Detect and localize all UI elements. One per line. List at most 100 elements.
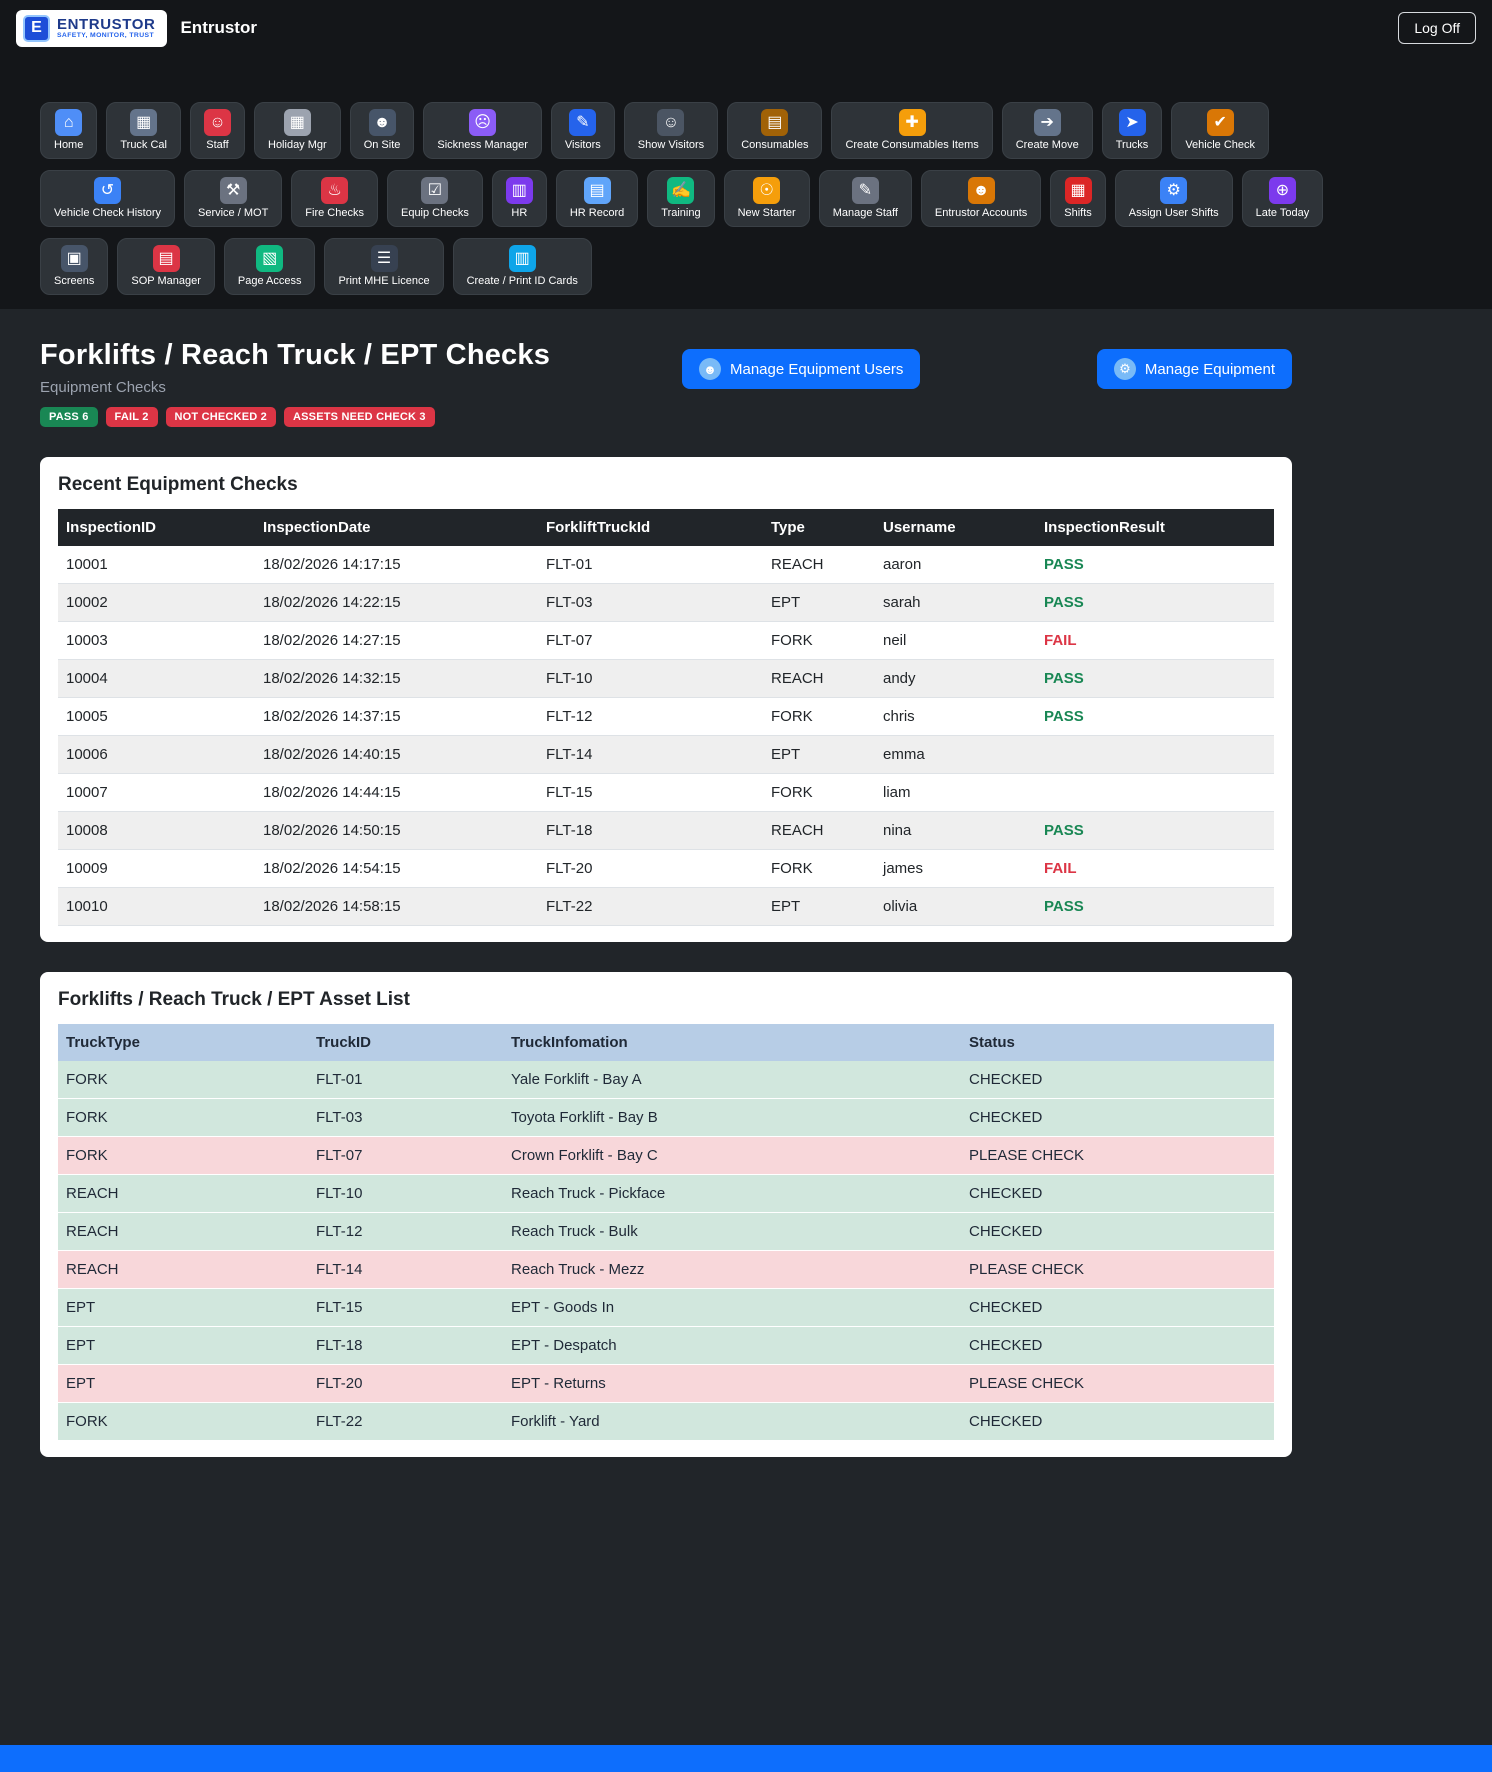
table-cell: 10006 [58, 735, 255, 774]
late-today-icon: ⊕ [1268, 177, 1296, 204]
fire-checks-icon: ♨ [321, 177, 349, 204]
nav-button-label: Vehicle Check History [54, 207, 161, 219]
screens-icon: ▣ [60, 245, 88, 272]
table-cell: PASS [1036, 811, 1274, 850]
manage-equipment-users-label: Manage Equipment Users [730, 360, 904, 378]
status-badge: FAIL 2 [105, 407, 158, 427]
nav-button-hr[interactable]: ▥ HR [491, 170, 547, 227]
nav-button-holiday-mgr[interactable]: ▦ Holiday Mgr [254, 102, 341, 159]
holiday-mgr-icon: ▦ [283, 109, 311, 136]
nav-button-assign-user-shifts[interactable]: ⚙ Assign User Shifts [1114, 170, 1233, 227]
nav-button-create-move[interactable]: ➔ Create Move [1001, 102, 1093, 159]
recent-checks-title: Recent Equipment Checks [58, 474, 298, 495]
nav-button-training[interactable]: ✍ Training [647, 170, 715, 227]
truck-cal-icon: ▦ [130, 109, 158, 136]
nav-button-label: Trucks [1115, 139, 1149, 151]
table-cell: PASS [1036, 546, 1274, 584]
table-cell: Crown Forklift - Bay C [503, 1136, 961, 1175]
table-row: 10001 18/02/2026 14:17:15 FLT-01 REACH aaron… [58, 546, 1274, 584]
table-cell: nina [875, 811, 1036, 850]
trucks-icon: ➤ [1118, 109, 1146, 136]
table-cell: FLT-14 [538, 735, 763, 774]
nav-button-home[interactable]: ⌂ Home [40, 102, 98, 159]
column-header: TruckType [58, 1024, 308, 1061]
nav-button-screens[interactable]: ▣ Screens [40, 238, 109, 295]
nav-button-on-site[interactable]: ☻ On Site [349, 102, 415, 159]
nav-row: ▣ Screens ▤ SOP Manager ▧ Page Access ☰ Print M… [40, 238, 1492, 295]
table-cell: chris [875, 697, 1036, 736]
manage-equipment-users-button[interactable]: ☻ Manage Equipment Users [682, 349, 921, 389]
column-header: ForkliftTruckId [538, 509, 763, 546]
table-row: REACH FLT-14 Reach Truck - Mezz PLEASE CHEC… [58, 1250, 1274, 1289]
nav-button-sop-manager[interactable]: ▤ SOP Manager [117, 238, 215, 295]
nav-button-late-today[interactable]: ⊕ Late Today [1241, 170, 1324, 227]
table-row: 10003 18/02/2026 14:27:15 FLT-07 FORK neil FA… [58, 621, 1274, 660]
nav-button-shifts[interactable]: ▦ Shifts [1050, 170, 1106, 227]
nav-button-sickness-manager[interactable]: ☹ Sickness Manager [423, 102, 542, 159]
table-cell: FORK [58, 1136, 308, 1175]
table-cell: EPT [58, 1288, 308, 1327]
table-row: EPT FLT-15 EPT - Goods In CHECKED [58, 1288, 1274, 1327]
recent-checks-table: InspectionID InspectionDate ForkliftTruckI… [58, 509, 1274, 926]
nav-button-vehicle-check-history[interactable]: ↺ Vehicle Check History [40, 170, 175, 227]
nav-button-truck-cal[interactable]: ▦ Truck Cal [106, 102, 181, 159]
nav-button-label: Consumables [741, 139, 809, 151]
sickness-manager-icon: ☹ [469, 109, 497, 136]
nav-button-label: Create / Print ID Cards [466, 275, 578, 287]
table-cell: EPT [58, 1326, 308, 1365]
table-cell: Reach Truck - Pickface [503, 1174, 961, 1213]
nav-button-label: SOP Manager [131, 275, 201, 287]
table-cell: 10009 [58, 849, 255, 888]
nav-button-show-visitors[interactable]: ☺ Show Visitors [623, 102, 719, 159]
nav-button-manage-staff[interactable]: ✎ Manage Staff [818, 170, 912, 227]
table-cell: CHECKED [961, 1326, 1274, 1365]
table-cell: FLT-15 [308, 1288, 503, 1327]
nav-button-page-access[interactable]: ▧ Page Access [223, 238, 316, 295]
nav-button-label: Screens [54, 275, 95, 287]
nav-button-label: Home [54, 139, 84, 151]
log-off-button[interactable]: Log Off [1398, 12, 1476, 44]
table-cell: FLT-03 [538, 583, 763, 622]
nav-button-label: On Site [363, 139, 401, 151]
nav-button-label: Manage Staff [832, 207, 898, 219]
table-cell: EPT [58, 1364, 308, 1403]
nav-button-trucks[interactable]: ➤ Trucks [1101, 102, 1163, 159]
table-cell: PASS [1036, 659, 1274, 698]
nav-button-entrustor-accounts[interactable]: ☻ Entrustor Accounts [920, 170, 1042, 227]
table-cell: FORK [58, 1061, 308, 1099]
nav-button-consumables[interactable]: ▤ Consumables [727, 102, 823, 159]
column-header: InspectionResult [1036, 509, 1274, 546]
table-row: 10010 18/02/2026 14:58:15 FLT-22 EPT olivia P… [58, 887, 1274, 926]
nav-button-print-mhe-licence[interactable]: ☰ Print MHE Licence [324, 238, 444, 295]
table-cell: Yale Forklift - Bay A [503, 1061, 961, 1099]
nav-button-new-starter[interactable]: ☉ New Starter [723, 170, 810, 227]
nav-button-visitors[interactable]: ✎ Visitors [550, 102, 615, 159]
table-cell: FORK [763, 697, 875, 736]
nav-row: ↺ Vehicle Check History ⚒ Service / MOT ♨ Fir… [40, 170, 1492, 227]
create-print-id-cards-icon: ▥ [508, 245, 536, 272]
nav-button-create-print-id-cards[interactable]: ▥ Create / Print ID Cards [452, 238, 592, 295]
table-cell: FLT-20 [308, 1364, 503, 1403]
nav-button-hr-record[interactable]: ▤ HR Record [555, 170, 639, 227]
consumables-icon: ▤ [761, 109, 789, 136]
nav-button-create-consumables-items[interactable]: ✚ Create Consumables Items [831, 102, 993, 159]
main-content: Forklifts / Reach Truck / EPT Checks Equ… [40, 339, 1292, 1537]
asset-list-card: Forklifts / Reach Truck / EPT Asset List… [40, 972, 1292, 1457]
table-cell: FORK [58, 1402, 308, 1441]
table-cell: 10002 [58, 583, 255, 622]
nav-button-vehicle-check[interactable]: ✔ Vehicle Check [1171, 102, 1270, 159]
hr-record-icon: ▤ [583, 177, 611, 204]
nav-button-label: Shifts [1064, 207, 1092, 219]
footer-bar [0, 1745, 1492, 1772]
column-header: TruckInfomation [503, 1024, 961, 1061]
header-row: InspectionID InspectionDate ForkliftTruckI… [58, 509, 1274, 546]
table-cell: andy [875, 659, 1036, 698]
nav-button-service-mot[interactable]: ⚒ Service / MOT [184, 170, 283, 227]
equipment-icon: ⚙ [1113, 358, 1136, 380]
table-row: FORK FLT-07 Crown Forklift - Bay C PLEASE C… [58, 1136, 1274, 1175]
nav-button-equip-checks[interactable]: ☑ Equip Checks [386, 170, 483, 227]
table-row: FORK FLT-22 Forklift - Yard CHECKED [58, 1402, 1274, 1441]
nav-button-fire-checks[interactable]: ♨ Fire Checks [291, 170, 378, 227]
nav-button-staff[interactable]: ☺ Staff [190, 102, 245, 159]
manage-equipment-button[interactable]: ⚙ Manage Equipment [1096, 349, 1292, 389]
